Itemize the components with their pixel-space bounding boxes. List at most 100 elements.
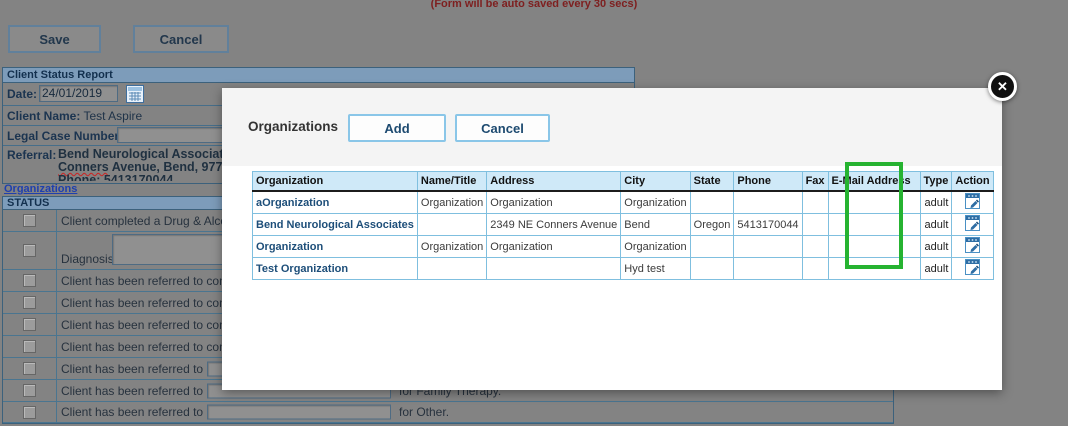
cell-address: 2349 NE Conners Avenue — [486, 213, 622, 236]
cell-fax — [801, 235, 829, 258]
column-header: Organization — [252, 171, 418, 192]
status-checkbox-cell — [3, 402, 57, 422]
cell-type: adult — [919, 190, 953, 214]
status-checkbox[interactable] — [23, 274, 36, 287]
status-text-input[interactable] — [207, 404, 391, 420]
status-label: Client has been referred to comme — [61, 317, 246, 332]
status-checkbox-cell — [3, 270, 57, 291]
cancel-button[interactable]: Cancel — [133, 25, 229, 53]
close-icon[interactable]: ✕ — [988, 72, 1017, 101]
cell-fax — [801, 190, 829, 214]
dialog-cancel-button[interactable]: Cancel — [455, 114, 550, 142]
legal-case-label: Legal Case Number: — [7, 129, 124, 143]
client-name-value: Test Aspire — [83, 109, 143, 123]
cell-phone — [733, 235, 803, 258]
status-checkbox[interactable] — [23, 296, 36, 309]
cell-action — [951, 213, 994, 236]
status-checkbox[interactable] — [23, 214, 36, 227]
status-checkbox-cell — [3, 358, 57, 379]
table-header-row: Organization Name/Title Address City State Ph… — [252, 171, 994, 192]
column-header: Action — [951, 171, 994, 192]
cell-address: Organization — [486, 190, 622, 214]
cell-state — [689, 190, 735, 214]
cell-type: adult — [919, 257, 953, 280]
organizations-dialog: Organizations Add Cancel Organization Nam… — [222, 88, 1002, 390]
column-header: Fax — [801, 171, 829, 192]
cell-email — [827, 213, 921, 236]
cell-address — [486, 257, 622, 280]
cell-name-title: Organization — [416, 190, 488, 214]
edit-icon[interactable] — [965, 237, 980, 256]
cell-phone — [733, 190, 803, 214]
cell-phone: 5413170044 — [733, 213, 803, 236]
status-label: Client has been referred to comme — [61, 295, 246, 310]
status-label: Client has been referred to comme — [61, 339, 246, 354]
cell-fax — [801, 213, 829, 236]
column-header: Address — [486, 171, 622, 192]
cell-fax — [801, 257, 829, 280]
status-checkbox-cell — [3, 336, 57, 357]
cell-type: adult — [919, 235, 953, 258]
status-checkbox[interactable] — [23, 362, 36, 375]
column-header: Name/Title — [416, 171, 488, 192]
status-content: Client has been referred to for Other. — [57, 402, 893, 422]
status-label: Client has been referred to — [61, 405, 204, 419]
status-checkbox-cell — [3, 380, 57, 401]
column-header: E-Mail Address — [827, 171, 921, 192]
column-header: Type — [919, 171, 953, 192]
cell-action — [951, 235, 994, 258]
status-checkbox[interactable] — [23, 318, 36, 331]
cell-city: Organization — [620, 190, 691, 214]
status-checkbox-cell — [3, 314, 57, 335]
organizations-table-body: aOrganization Organization Organization … — [252, 190, 994, 280]
dialog-title: Organizations — [248, 119, 339, 134]
status-label: Client has been referred to — [61, 383, 204, 398]
cell-email — [827, 190, 921, 214]
cell-email — [827, 257, 921, 280]
add-button[interactable]: Add — [348, 114, 446, 142]
organization-row: Bend Neurological Associates 2349 NE Con… — [252, 213, 994, 236]
date-input[interactable]: 24/01/2019 — [39, 85, 118, 102]
dialog-header-band — [222, 88, 1002, 166]
status-checkbox[interactable] — [23, 340, 36, 353]
cell-name-title — [416, 257, 488, 280]
cell-address: Organization — [486, 235, 622, 258]
date-label: Date: — [7, 87, 38, 101]
column-header: City — [620, 171, 691, 192]
calendar-icon[interactable] — [126, 85, 144, 103]
status-checkbox[interactable] — [23, 384, 36, 397]
panel-title: Client Status Report — [3, 68, 634, 83]
save-button[interactable]: Save — [8, 25, 101, 53]
cell-organization: Test Organization — [252, 257, 418, 280]
status-label: Client completed a Drug & Alcohol — [61, 213, 244, 228]
referral-label: Referral: — [7, 148, 57, 162]
cell-state — [689, 235, 735, 258]
status-checkbox-cell — [3, 210, 57, 231]
cell-type: adult — [919, 213, 953, 236]
status-checkbox-cell — [3, 292, 57, 313]
edit-icon[interactable] — [965, 215, 980, 234]
organization-row: Test Organization Hyd test adult — [252, 257, 994, 280]
organization-row: aOrganization Organization Organization … — [252, 190, 994, 214]
autosave-note: (Form will be auto saved every 30 secs) — [430, 0, 638, 10]
cell-name-title: Organization — [416, 235, 488, 258]
client-name-label: Client Name: — [7, 109, 81, 123]
status-checkbox[interactable] — [23, 244, 36, 257]
organization-row: Organization Organization Organization O… — [252, 235, 994, 258]
cell-action — [951, 190, 994, 214]
cell-organization: Organization — [252, 235, 418, 258]
cell-city: Hyd test — [620, 257, 691, 280]
status-row: Client has been referred to for Other. — [3, 402, 893, 423]
edit-icon[interactable] — [965, 259, 980, 278]
status-checkbox[interactable] — [23, 405, 36, 419]
status-suffix: for Other. — [399, 405, 450, 419]
cell-city: Organization — [620, 235, 691, 258]
edit-icon[interactable] — [965, 193, 980, 212]
column-header: Phone — [733, 171, 803, 192]
cell-action — [951, 257, 994, 280]
organizations-table: Organization Name/Title Address City State Ph… — [252, 171, 994, 280]
status-label: Client has been referred to — [61, 361, 204, 376]
status-label: Client has been referred to comme — [61, 273, 246, 288]
organizations-link[interactable]: Organizations — [4, 183, 77, 195]
cell-organization: aOrganization — [252, 190, 418, 214]
